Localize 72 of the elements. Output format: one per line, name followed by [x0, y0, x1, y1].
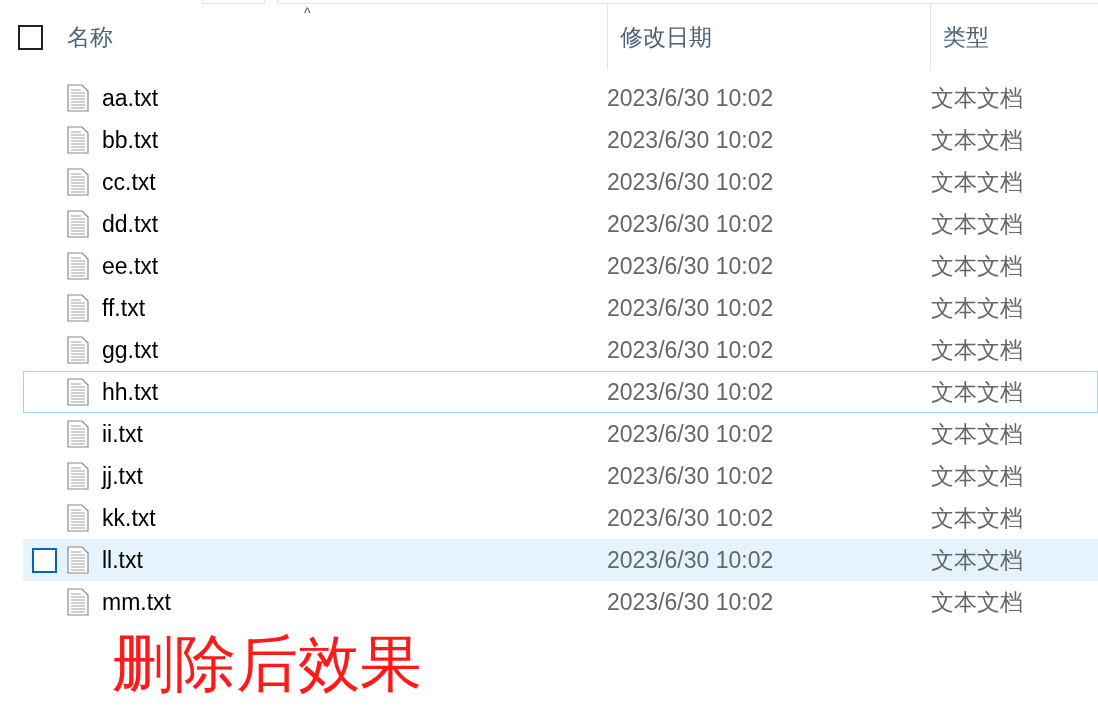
- modified-date: 2023/6/30 10:02: [607, 377, 775, 407]
- file-row[interactable]: aa.txt 2023/6/30 10:02 文本文档: [23, 77, 1098, 119]
- file-name: aa.txt: [102, 83, 160, 113]
- file-type: 文本文档: [931, 293, 1023, 323]
- file-name: cc.txt: [102, 167, 157, 197]
- column-header[interactable]: 类型: [943, 19, 989, 55]
- modified-date: 2023/6/30 10:02: [607, 125, 775, 155]
- modified-date: 2023/6/30 10:02: [607, 587, 775, 617]
- column-header[interactable]: 名称: [67, 19, 113, 55]
- text-file-icon: [67, 294, 89, 322]
- text-file-icon: [67, 546, 89, 574]
- column-header[interactable]: 修改日期: [620, 19, 712, 55]
- text-file-icon: [67, 126, 89, 154]
- file-type: 文本文档: [931, 83, 1023, 113]
- file-row[interactable]: ee.txt 2023/6/30 10:02 文本文档: [23, 245, 1098, 287]
- modified-date: 2023/6/30 10:02: [607, 167, 775, 197]
- file-name: ll.txt: [102, 545, 144, 575]
- file-row[interactable]: mm.txt 2023/6/30 10:02 文本文档: [23, 581, 1098, 623]
- text-file-icon: [67, 588, 89, 616]
- text-file-icon: [67, 420, 89, 448]
- file-name: ii.txt: [102, 419, 144, 449]
- select-all-checkbox[interactable]: [18, 24, 43, 50]
- file-row[interactable]: hh.txt 2023/6/30 10:02 文本文档: [23, 371, 1098, 413]
- modified-date: 2023/6/30 10:02: [607, 461, 775, 491]
- file-name: jj.txt: [102, 461, 144, 491]
- modified-date: 2023/6/30 10:02: [607, 293, 775, 323]
- sort-caret: ^: [304, 6, 311, 20]
- file-row[interactable]: ll.txt 2023/6/30 10:02 文本文档: [23, 539, 1098, 581]
- text-file-icon: [67, 336, 89, 364]
- file-type: 文本文档: [931, 251, 1023, 281]
- text-file-icon: [67, 84, 89, 112]
- file-type: 文本文档: [931, 125, 1023, 155]
- file-row[interactable]: kk.txt 2023/6/30 10:02 文本文档: [23, 497, 1098, 539]
- text-file-icon: [67, 252, 89, 280]
- file-name: mm.txt: [102, 587, 172, 617]
- file-type: 文本文档: [931, 461, 1023, 491]
- file-name: bb.txt: [102, 125, 160, 155]
- text-file-icon: [67, 462, 89, 490]
- file-type: 文本文档: [931, 419, 1023, 449]
- text-file-icon: [67, 504, 89, 532]
- text-file-icon: [67, 378, 89, 406]
- file-name: ff.txt: [102, 293, 147, 323]
- file-type: 文本文档: [931, 167, 1023, 197]
- file-row[interactable]: ff.txt 2023/6/30 10:02 文本文档: [23, 287, 1098, 329]
- file-row[interactable]: jj.txt 2023/6/30 10:02 文本文档: [23, 455, 1098, 497]
- file-name: kk.txt: [102, 503, 157, 533]
- file-name: gg.txt: [102, 335, 160, 365]
- modified-date: 2023/6/30 10:02: [607, 335, 775, 365]
- caption: 删除后效果: [112, 627, 422, 700]
- file-row[interactable]: dd.txt 2023/6/30 10:02 文本文档: [23, 203, 1098, 245]
- row-checkbox[interactable]: [32, 547, 57, 573]
- modified-date: 2023/6/30 10:02: [607, 209, 775, 239]
- file-type: 文本文档: [931, 545, 1023, 575]
- file-type: 文本文档: [931, 503, 1023, 533]
- modified-date: 2023/6/30 10:02: [607, 83, 775, 113]
- file-name: hh.txt: [102, 377, 160, 407]
- modified-date: 2023/6/30 10:02: [607, 251, 775, 281]
- modified-date: 2023/6/30 10:02: [607, 545, 775, 575]
- modified-date: 2023/6/30 10:02: [607, 503, 775, 533]
- file-row[interactable]: cc.txt 2023/6/30 10:02 文本文档: [23, 161, 1098, 203]
- file-name: ee.txt: [102, 251, 160, 281]
- file-type: 文本文档: [931, 587, 1023, 617]
- file-row[interactable]: gg.txt 2023/6/30 10:02 文本文档: [23, 329, 1098, 371]
- file-row[interactable]: ii.txt 2023/6/30 10:02 文本文档: [23, 413, 1098, 455]
- file-row[interactable]: bb.txt 2023/6/30 10:02 文本文档: [23, 119, 1098, 161]
- text-file-icon: [67, 210, 89, 238]
- text-file-icon: [67, 168, 89, 196]
- modified-date: 2023/6/30 10:02: [607, 419, 775, 449]
- file-type: 文本文档: [931, 377, 1023, 407]
- file-type: 文本文档: [931, 335, 1023, 365]
- file-type: 文本文档: [931, 209, 1023, 239]
- file-name: dd.txt: [102, 209, 160, 239]
